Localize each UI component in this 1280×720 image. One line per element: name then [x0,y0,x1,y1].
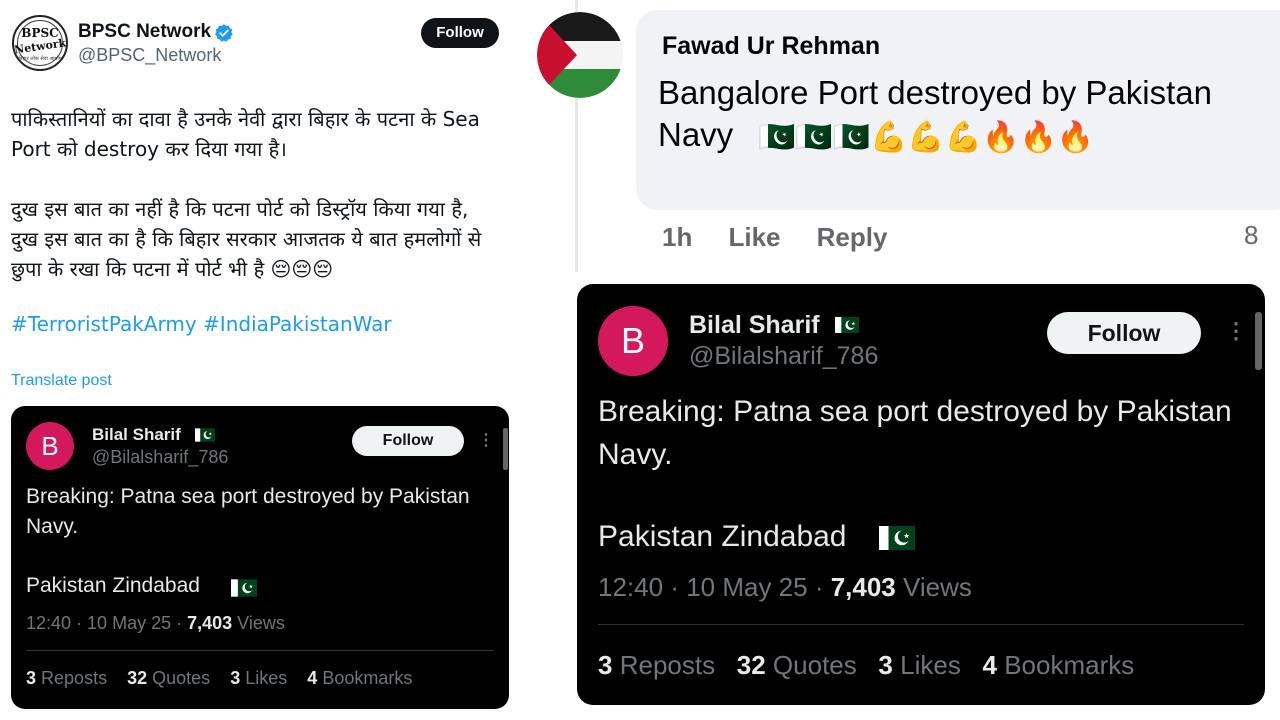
reply-button[interactable]: Reply [817,222,888,252]
translate-post-link[interactable]: Translate post [11,372,112,390]
reaction-count[interactable]: 8 [1244,220,1258,251]
follow-button[interactable]: Follow [1047,312,1201,354]
author-name[interactable]: Bilal Sharif [92,425,181,445]
reposts-stat[interactable]: 3 Reposts [26,668,107,688]
reposts-stat[interactable]: 3 Reposts [598,650,715,680]
tweet-time[interactable]: 12:40 [26,613,71,633]
main-tweet: BPSC Network बिहार लोक सेवा आयोग BPSC Ne… [0,0,520,720]
comment-time[interactable]: 1h [662,222,692,252]
likes-stat[interactable]: 3 Likes [878,650,960,680]
tweet-text-line: छुपा के रखा कि पटना में पोर्ट भी है 😔😔😔 [11,257,334,281]
quotes-stat[interactable]: 32 Quotes [127,668,210,688]
verified-badge-icon [215,24,233,42]
pakistan-flag-icon [231,579,257,597]
tweet-text-line: पाकिस्तानियों का दावा है उनके नेवी द्वार… [11,107,480,131]
author-handle[interactable]: @Bilalsharif_786 [689,342,878,371]
author-name[interactable]: Bilal Sharif [689,311,820,340]
pakistan-flag-icon [195,428,215,442]
tweet-text-closing: Pakistan Zindabad [26,574,200,597]
divider [598,624,1244,625]
comment-emoji: 🇵🇰🇵🇰🇵🇰💪💪💪🔥🔥🔥 [758,120,1095,155]
commenter-name[interactable]: Fawad Ur Rehman [662,32,880,61]
author-handle[interactable]: @BPSC_Network [78,45,221,66]
tweet-text-line: Port को destroy कर दिया गया है। [11,137,287,161]
views-count: 7,403 [187,613,233,633]
quotes-stat[interactable]: 32 Quotes [737,650,857,680]
tweet-text-line: दुख इस बात का है कि बिहार सरकार आजतक ये … [11,227,482,251]
like-button[interactable]: Like [728,222,780,252]
follow-button[interactable]: Follow [352,426,464,456]
tweet-text: Breaking: Patna sea port destroyed by Pa… [26,485,470,538]
views-count: 7,403 [830,572,896,602]
avatar[interactable]: B [26,422,74,470]
more-options-icon[interactable]: ⋮ [478,430,494,450]
author-name[interactable]: BPSC Network [78,21,211,43]
tweet-meta: 12:40 · 10 May 25 · 7,403 Views [26,613,285,633]
bookmarks-stat[interactable]: 4 Bookmarks [983,650,1135,680]
scrollbar[interactable] [1255,312,1262,370]
tweet-text-closing: Pakistan Zindabad [598,520,847,553]
pakistan-flag-icon [835,317,859,333]
author-handle[interactable]: @Bilalsharif_786 [92,447,228,468]
pakistan-flag-icon [879,526,915,550]
tweet-text-line: दुख इस बात का नहीं है कि पटना पोर्ट को ड… [11,197,469,221]
tweet-text: Breaking: Patna sea port destroyed by Pa… [598,395,1232,471]
tweet-date[interactable]: 10 May 25 [686,572,807,602]
views-label: Views [237,613,285,633]
quoted-tweet-card[interactable]: B Bilal Sharif @Bilalsharif_786 Follow ⋮… [11,406,509,709]
tweet-meta: 12:40 · 10 May 25 · 7,403 Views [598,572,972,602]
palestine-flag-avatar[interactable] [537,12,623,98]
likes-stat[interactable]: 3 Likes [230,668,287,688]
divider [26,650,494,651]
scrollbar[interactable] [503,428,508,470]
quoted-tweet-card-zoomed[interactable]: B Bilal Sharif @Bilalsharif_786 Follow ⋮… [577,284,1265,705]
hashtag-links[interactable]: #TerroristPakArmy #IndiaPakistanWar [11,312,392,336]
bookmarks-stat[interactable]: 4 Bookmarks [307,668,412,688]
tweet-date[interactable]: 10 May 25 [87,613,171,633]
avatar[interactable]: B [598,306,668,376]
engagement-stats: 3 Reposts 32 Quotes 3 Likes 4 Bookmarks [598,650,1134,681]
follow-button[interactable]: Follow [421,18,499,48]
comment-actions: 1h Like Reply [662,222,887,253]
tweet-time[interactable]: 12:40 [598,572,663,602]
more-options-icon[interactable]: ⋮ [1225,318,1247,344]
avatar-text-bottom: बिहार लोक सेवा आयोग [18,56,62,62]
engagement-stats: 3 Reposts 32 Quotes 3 Likes 4 Bookmarks [26,668,412,689]
avatar[interactable]: BPSC Network बिहार लोक सेवा आयोग [12,15,68,71]
views-label: Views [903,572,972,602]
